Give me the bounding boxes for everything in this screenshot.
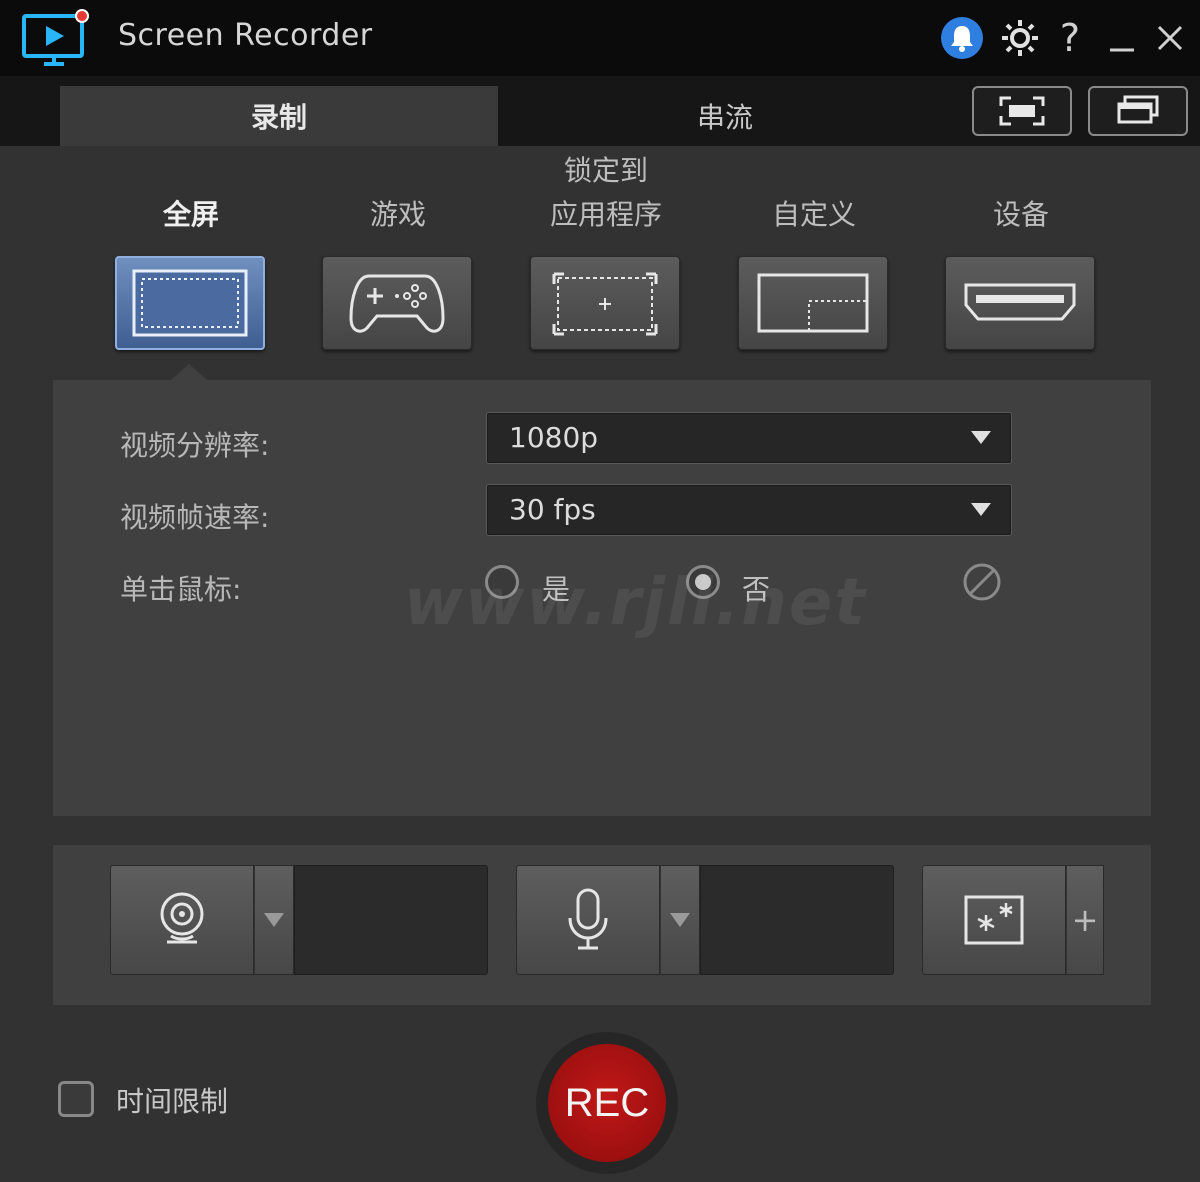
dropdown-arrow-icon [670,913,690,927]
mode-label-custom: 自定义 [771,198,856,231]
add-effect-button[interactable]: + [1066,865,1104,975]
microphone-button[interactable] [516,865,660,975]
windows-stack-icon [1117,95,1159,124]
mode-label-game: 游戏 [369,198,426,231]
mouse-click-label: 单击鼠标: [120,573,242,606]
mode-device-button[interactable] [945,256,1095,350]
mode-label-fullscreen: 全屏 [162,198,219,231]
mode-label-device: 设备 [992,198,1049,231]
help-icon[interactable]: ? [1046,14,1094,62]
microphone-device-field [700,865,894,975]
fullscreen-view-button[interactable] [972,86,1072,136]
gamepad-icon [349,274,445,333]
effects-icon [964,895,1024,945]
disabled-icon [962,562,1002,606]
mode-label-lock-line1: 锁定到 [563,154,648,187]
fullscreen-icon [132,269,248,337]
gear-icon[interactable] [996,14,1044,62]
notification-bell-icon[interactable] [938,14,986,62]
window-view-button[interactable] [1088,86,1188,136]
watermark: www.rjll.net [404,566,867,640]
app-logo-icon [20,8,90,68]
effects-button[interactable] [922,865,1066,975]
time-limit-checkbox[interactable] [58,1081,94,1117]
mode-lock-to-app-button[interactable] [530,256,680,350]
microphone-icon [568,888,608,950]
webcam-icon [160,892,204,944]
microphone-dropdown[interactable] [660,865,700,975]
framerate-label: 视频帧速率: [120,501,270,534]
rec-button[interactable]: REC [548,1044,666,1162]
time-limit-label: 时间限制 [116,1085,229,1118]
framerate-value: 30 fps [509,493,596,526]
custom-area-icon [757,273,869,333]
dropdown-arrow-icon [971,431,991,444]
dropdown-arrow-icon [971,503,991,516]
dropdown-arrow-icon [264,913,284,927]
mode-custom-button[interactable] [738,256,888,350]
app-title: Screen Recorder [118,18,373,53]
framerate-select[interactable]: 30 fps [486,484,1012,536]
lock-to-app-icon [552,272,658,336]
fullscreen-view-icon [999,96,1045,126]
close-icon[interactable] [1146,14,1194,62]
resolution-value: 1080p [509,421,599,454]
panel-pointer [171,364,207,380]
resolution-select[interactable]: 1080p [486,412,1012,464]
tab-stream[interactable]: 串流 [498,86,952,146]
webcam-button[interactable] [110,865,254,975]
mode-game-button[interactable] [322,256,472,350]
resolution-label: 视频分辨率: [120,429,270,462]
webcam-dropdown[interactable] [254,865,294,975]
minimize-icon[interactable] [1098,14,1146,62]
hdmi-device-icon [964,283,1076,321]
mode-fullscreen-button[interactable] [115,256,265,350]
mode-label-lock-line2: 应用程序 [549,198,662,231]
webcam-device-field [294,865,488,975]
tab-record[interactable]: 录制 [60,86,498,146]
